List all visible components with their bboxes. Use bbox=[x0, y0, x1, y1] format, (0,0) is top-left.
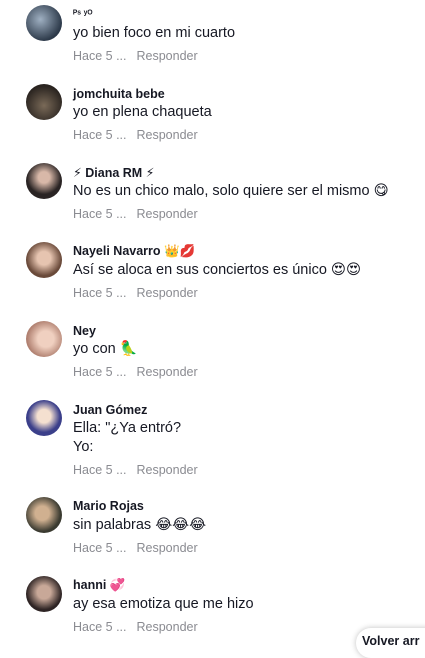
avatar[interactable] bbox=[26, 5, 62, 41]
avatar[interactable] bbox=[26, 321, 62, 357]
reply-button[interactable]: Responder bbox=[137, 365, 198, 379]
comment-time: Hace 5 ... bbox=[73, 620, 127, 634]
comment-time: Hace 5 ... bbox=[73, 207, 127, 221]
comment-username[interactable]: Ney bbox=[73, 324, 96, 338]
reply-button[interactable]: Responder bbox=[137, 128, 198, 142]
comment-text: ay esa emotiza que me hizo bbox=[73, 596, 254, 612]
comment-text: Ella: "¿Ya entró? Yo: bbox=[73, 420, 182, 455]
comment-meta: Hace 5 ... Responder bbox=[73, 49, 198, 63]
comment-text: sin palabras 😂😂😂 bbox=[73, 517, 207, 533]
comment-meta: Hace 5 ... Responder bbox=[73, 207, 198, 221]
comment-time: Hace 5 ... bbox=[73, 541, 127, 555]
reply-button[interactable]: Responder bbox=[137, 541, 198, 555]
comment-meta: Hace 5 ... Responder bbox=[73, 463, 198, 477]
comment-time: Hace 5 ... bbox=[73, 286, 127, 300]
comment-username[interactable]: hanni 💞 bbox=[73, 578, 125, 593]
comment-meta: Hace 5 ... Responder bbox=[73, 286, 198, 300]
avatar[interactable] bbox=[26, 84, 62, 120]
reply-button[interactable]: Responder bbox=[137, 620, 198, 634]
reply-button[interactable]: Responder bbox=[137, 49, 198, 63]
reply-button[interactable]: Responder bbox=[137, 463, 198, 477]
comment-meta: Hace 5 ... Responder bbox=[73, 541, 198, 555]
avatar[interactable] bbox=[26, 242, 62, 278]
comment-text: Así se aloca en sus conciertos es único … bbox=[73, 262, 362, 278]
comment-username[interactable]: jomchuita bebe bbox=[73, 87, 165, 101]
comment-time: Hace 5 ... bbox=[73, 128, 127, 142]
comment-meta: Hace 5 ... Responder bbox=[73, 365, 198, 379]
avatar[interactable] bbox=[26, 400, 62, 436]
comment-meta: Hace 5 ... Responder bbox=[73, 620, 198, 634]
comment-meta: Hace 5 ... Responder bbox=[73, 128, 198, 142]
avatar[interactable] bbox=[26, 497, 62, 533]
comment-time: Hace 5 ... bbox=[73, 49, 127, 63]
comment-text: yo con 🦜 bbox=[73, 341, 138, 357]
back-to-top-button[interactable]: Volver arr bbox=[356, 628, 425, 658]
comment-time: Hace 5 ... bbox=[73, 463, 127, 477]
avatar[interactable] bbox=[26, 163, 62, 199]
comment-text: yo en plena chaqueta bbox=[73, 104, 212, 120]
comment-text: yo bien foco en mi cuarto bbox=[73, 25, 236, 41]
comment-text: No es un chico malo, solo quiere ser el … bbox=[73, 183, 389, 199]
comment-username[interactable]: ᴾˢ ʸᴼ bbox=[73, 9, 93, 20]
comment-username[interactable]: Nayeli Navarro 👑💋 bbox=[73, 244, 195, 259]
comment-username[interactable]: Juan Gómez bbox=[73, 403, 147, 417]
reply-button[interactable]: Responder bbox=[137, 286, 198, 300]
comment-time: Hace 5 ... bbox=[73, 365, 127, 379]
avatar[interactable] bbox=[26, 576, 62, 612]
comment-username[interactable]: ⚡ Diana RM ⚡ bbox=[73, 165, 154, 180]
reply-button[interactable]: Responder bbox=[137, 207, 198, 221]
comment-username[interactable]: Mario Rojas bbox=[73, 499, 144, 513]
